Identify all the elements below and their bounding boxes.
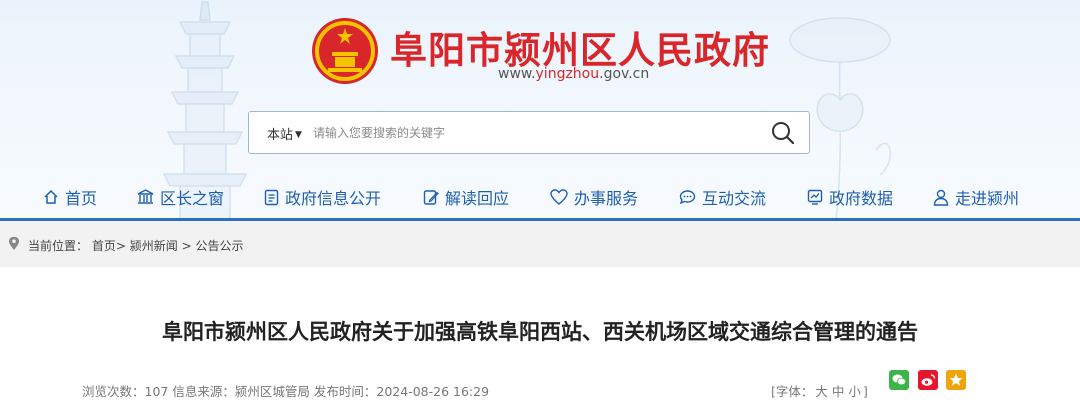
breadcrumb-link-news[interactable]: 颍州新闻 — [130, 239, 178, 253]
breadcrumb-separator: > — [115, 239, 126, 253]
nav-label: 政府信息公开 — [285, 189, 382, 208]
search-input[interactable] — [313, 121, 753, 145]
nav-item-info-disclosure[interactable]: 政府信息公开 — [264, 185, 381, 209]
breadcrumb-prefix: 当前位置： — [28, 239, 89, 253]
font-size-label: [字体： — [771, 384, 814, 399]
wechat-icon — [892, 374, 907, 386]
home-icon — [44, 189, 58, 204]
search-box: 本站 ▼ — [248, 111, 810, 154]
weibo-icon — [921, 374, 936, 386]
article-title: 阜阳市颍州区人民政府关于加强高铁阜阳西站、西关机场区域交通综合管理的通告 — [162, 320, 918, 344]
nav-label: 政府数据 — [829, 189, 894, 208]
chat-icon — [679, 190, 696, 205]
site-url: www.yingzhou.gov.cn — [498, 66, 650, 82]
nav-label: 办事服务 — [574, 189, 639, 208]
share-wechat-button[interactable] — [889, 370, 909, 390]
source-label: 信息来源： — [172, 384, 235, 399]
article-meta: 浏览次数：107 信息来源：颍州区城管局 发布时间：2024-08-26 16:… — [82, 381, 489, 400]
nav-item-interaction[interactable]: 互动交流 — [679, 185, 766, 209]
breadcrumb-bar: 当前位置： 首页> 颍州新闻 > 公告公示 — [0, 221, 1080, 267]
views-count: 107 — [144, 384, 169, 399]
font-size-control: [字体：大中小] — [771, 381, 868, 400]
publish-date: 2024-08-26 16:29 — [376, 384, 490, 399]
document-icon — [264, 189, 279, 205]
nav-label: 互动交流 — [702, 189, 767, 208]
share-weibo-button[interactable] — [918, 370, 938, 390]
person-icon — [933, 189, 949, 206]
nav-item-gov-data[interactable]: 政府数据 — [807, 185, 893, 209]
edit-icon — [423, 189, 439, 205]
data-chart-icon — [807, 189, 823, 205]
nav-item-home[interactable]: 首页 — [43, 185, 97, 209]
breadcrumb: 当前位置： 首页> 颍州新闻 > 公告公示 — [28, 237, 244, 254]
location-pin-icon — [9, 236, 19, 250]
font-size-medium-button[interactable]: 中 — [832, 384, 845, 399]
font-size-small-button[interactable]: 小 — [848, 384, 861, 399]
breadcrumb-link-announcements[interactable]: 公告公示 — [195, 239, 243, 253]
date-label: 发布时间： — [313, 384, 377, 399]
search-icon[interactable] — [769, 120, 797, 146]
font-size-large-button[interactable]: 大 — [815, 384, 828, 399]
star-icon — [949, 373, 963, 386]
nav-label: 首页 — [65, 189, 98, 208]
nav-label: 解读回应 — [445, 189, 510, 208]
heart-hand-icon — [550, 189, 568, 205]
search-scope-dropdown[interactable]: 本站 ▼ — [267, 124, 302, 143]
national-emblem-icon — [312, 18, 378, 84]
font-size-close: ] — [862, 384, 868, 399]
breadcrumb-link-home[interactable]: 首页 — [92, 239, 116, 253]
breadcrumb-separator: > — [181, 239, 192, 253]
nav-item-services[interactable]: 办事服务 — [550, 185, 638, 209]
nav-label: 区长之窗 — [160, 189, 225, 208]
main-nav: 首页 区长之窗 政府信息公开 解读回应 办事服务 互动交流 政府数据 走进颍州 — [0, 177, 1080, 217]
chevron-down-icon: ▼ — [295, 130, 302, 140]
nav-label: 走进颍州 — [955, 189, 1020, 208]
nav-item-interpretation[interactable]: 解读回应 — [423, 185, 509, 209]
share-favorite-button[interactable] — [946, 370, 966, 390]
nav-item-governor[interactable]: 区长之窗 — [137, 185, 224, 209]
views-label: 浏览次数： — [82, 384, 145, 399]
building-icon — [137, 189, 154, 204]
site-header: 阜阳市颍州区人民政府 www.yingzhou.gov.cn 本站▼ 首页 区长… — [0, 0, 1080, 221]
source-value: 颍州区城管局 — [234, 384, 310, 399]
nav-item-about-yingzhou[interactable]: 走进颍州 — [933, 185, 1019, 209]
